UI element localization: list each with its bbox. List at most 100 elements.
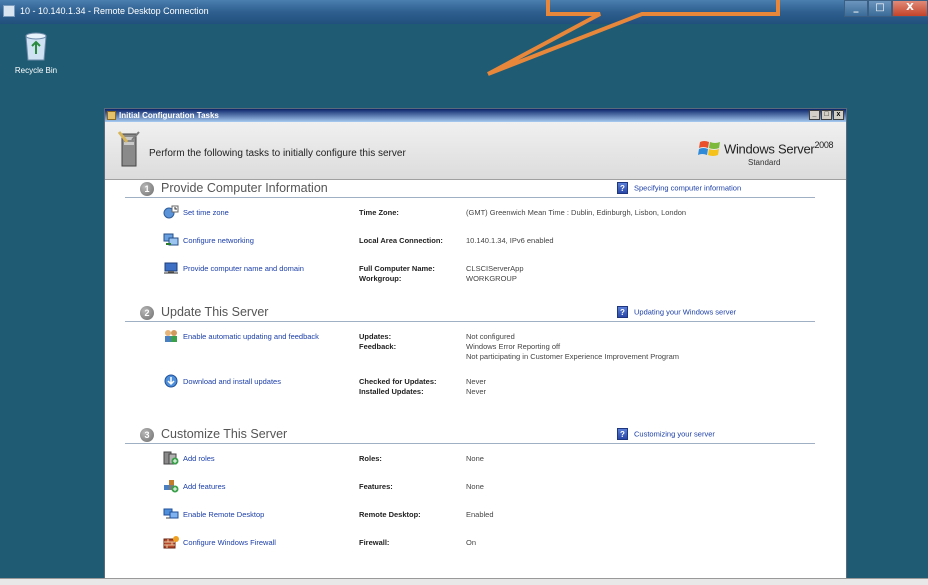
task-link[interactable]: Enable automatic updating and feedback (183, 332, 319, 341)
section-header: 3 Customize This Server? Customizing your … (125, 426, 815, 444)
window-controls: _ □ x (809, 110, 844, 120)
property-value: None (466, 454, 484, 463)
task-link[interactable]: Enable Remote Desktop (183, 510, 264, 519)
recycle-bin-label: Recycle Bin (14, 66, 58, 75)
property-values: (GMT) Greenwich Mean Time : Dublin, Edin… (466, 208, 686, 218)
help-icon: ? (617, 182, 628, 194)
section-help-link[interactable]: ? Customizing your server (617, 428, 715, 440)
section-header: 2 Update This Server? Updating your Window… (125, 304, 815, 322)
property-value: 10.140.1.34, IPv6 enabled (466, 236, 554, 245)
section-3: 3 Customize This Server? Customizing your … (125, 426, 815, 549)
property-label: Firewall: (359, 538, 390, 547)
property-labels: Full Computer Name: Workgroup: (359, 264, 435, 284)
property-label: Feedback: (359, 342, 397, 351)
local-taskbar-strip (0, 578, 928, 585)
section-header: 1 Provide Computer Information? Specifying… (125, 180, 815, 198)
window-minimize-button[interactable]: _ (809, 110, 820, 120)
server-tools-icon (117, 131, 140, 167)
add-roles-icon (163, 451, 179, 465)
section-help-link[interactable]: ? Updating your Windows server (617, 306, 736, 318)
property-label: Checked for Updates: (359, 377, 437, 386)
property-labels: Updates: Feedback: (359, 332, 396, 352)
property-values: Never Never (466, 377, 486, 397)
firewall-icon (163, 535, 179, 549)
property-value: Never (466, 387, 487, 396)
window-app-icon (107, 111, 116, 120)
network-icon (163, 233, 179, 247)
property-values: On (466, 538, 476, 548)
property-label: Features: (359, 482, 393, 491)
section-2: 2 Update This Server? Updating your Window… (125, 304, 815, 396)
property-values: Enabled (466, 510, 494, 520)
task-link[interactable]: Configure Windows Firewall (183, 538, 276, 547)
recycle-bin-icon (23, 30, 49, 62)
section-number-icon: 3 (140, 428, 154, 442)
help-icon: ? (617, 306, 628, 318)
property-value: (GMT) Greenwich Mean Time : Dublin, Edin… (466, 208, 687, 217)
section-number-icon: 2 (140, 306, 154, 320)
section-number-icon: 1 (140, 182, 154, 196)
windows-server-logo: Windows Server2008 Standard (698, 136, 838, 172)
users-update-icon (163, 329, 179, 343)
property-label: Local Area Connection: (359, 236, 443, 245)
task-link[interactable]: Set time zone (183, 208, 229, 217)
windows-flag-icon (698, 141, 720, 156)
property-label: Workgroup: (359, 274, 402, 283)
help-link-text: Updating your Windows server (634, 307, 737, 317)
property-labels: Local Area Connection: (359, 236, 443, 246)
clock-globe-icon (163, 205, 179, 219)
window-title-bar[interactable]: Initial Configuration Tasks _ □ x (105, 109, 846, 122)
task-link[interactable]: Add roles (183, 454, 215, 463)
property-values: CLSCIServerApp WORKGROUP (466, 264, 524, 284)
property-value: Not participating in Customer Experience… (466, 352, 680, 361)
remote-desktop-icon (163, 507, 179, 521)
recycle-bin-shortcut[interactable]: Recycle Bin (12, 30, 60, 75)
task-link[interactable]: Add features (183, 482, 226, 491)
property-value: CLSCIServerApp (466, 264, 524, 273)
property-labels: Features: (359, 482, 393, 492)
section-title: Provide Computer Information (161, 181, 328, 195)
property-value: Not configured (466, 332, 515, 341)
section-1: 1 Provide Computer Information? Specifying… (125, 180, 815, 283)
property-label: Installed Updates: (359, 387, 424, 396)
help-link-text: Specifying computer information (634, 183, 742, 193)
property-label: Time Zone: (359, 208, 399, 217)
property-values: None (466, 454, 484, 464)
task-link[interactable]: Configure networking (183, 236, 254, 245)
window-maximize-button[interactable]: □ (821, 110, 832, 120)
property-label: Updates: (359, 332, 392, 341)
help-icon: ? (617, 428, 628, 440)
property-labels: Checked for Updates: Installed Updates: (359, 377, 437, 397)
property-label: Full Computer Name: (359, 264, 435, 273)
window-header: Perform the following tasks to initially… (105, 122, 846, 180)
property-values: 10.140.1.34, IPv6 enabled (466, 236, 554, 246)
task-link[interactable]: Download and install updates (183, 377, 281, 386)
windows-server-name: Windows Server2008 (724, 140, 834, 157)
property-labels: Roles: (359, 454, 382, 464)
computer-name-icon (163, 261, 179, 275)
window-close-button[interactable]: x (833, 110, 844, 120)
property-labels: Firewall: (359, 538, 389, 548)
task-link[interactable]: Provide computer name and domain (183, 264, 304, 273)
initial-configuration-window: Initial Configuration Tasks _ □ x Perfor… (104, 108, 847, 585)
section-help-link[interactable]: ? Specifying computer information (617, 182, 741, 194)
property-value: Windows Error Reporting off (466, 342, 561, 351)
windows-server-edition: Standard (748, 158, 781, 167)
callout-arrow (487, 0, 780, 76)
property-value: Enabled (466, 510, 494, 519)
property-values: None (466, 482, 484, 492)
section-title: Customize This Server (161, 427, 288, 441)
property-value: None (466, 482, 484, 491)
property-value: Never (466, 377, 487, 386)
header-instruction: Perform the following tasks to initially… (149, 148, 406, 159)
property-value: WORKGROUP (466, 274, 517, 283)
property-label: Remote Desktop: (359, 510, 421, 519)
add-features-icon (163, 479, 179, 493)
help-link-text: Customizing your server (634, 429, 715, 439)
property-labels: Time Zone: (359, 208, 399, 218)
property-values: Not configured Windows Error Reporting of… (466, 332, 679, 362)
tasks-body: 1 Provide Computer Information? Specifying… (105, 180, 846, 584)
download-updates-icon (163, 374, 179, 388)
property-label: Roles: (359, 454, 382, 463)
property-value: On (466, 538, 477, 547)
